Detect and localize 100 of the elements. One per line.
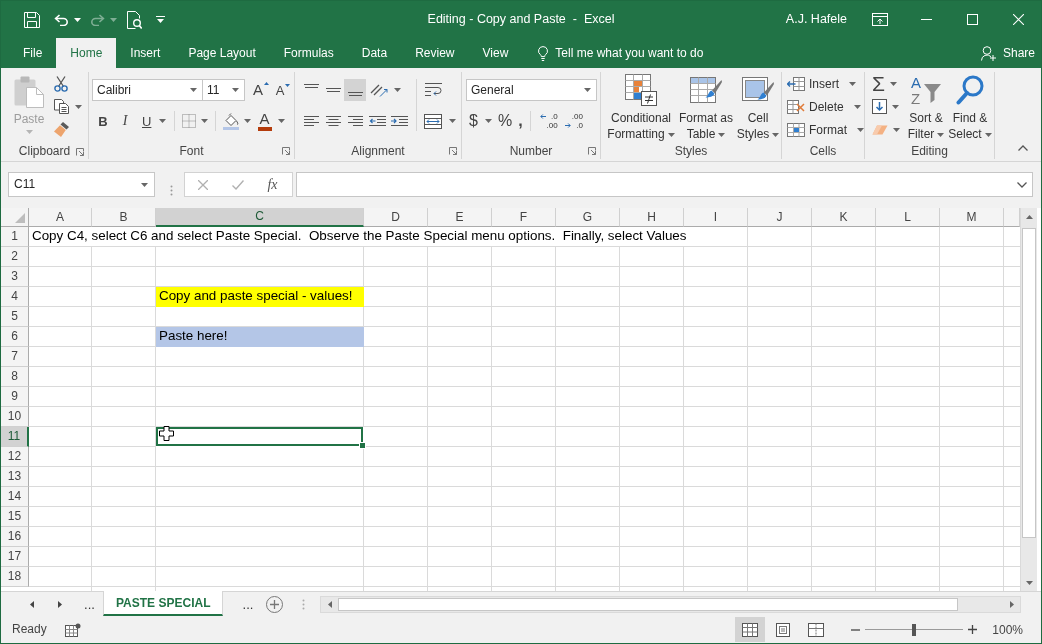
row-header[interactable]: 6 xyxy=(1,327,29,347)
caret-icon[interactable] xyxy=(892,104,899,109)
chevron-up-icon[interactable] xyxy=(1018,145,1028,151)
row-header[interactable]: 15 xyxy=(1,507,29,527)
grow-font-button[interactable]: A xyxy=(250,79,272,101)
row-header[interactable]: 18 xyxy=(1,567,29,587)
column-header[interactable]: D xyxy=(364,208,428,227)
caret-icon[interactable] xyxy=(893,127,900,132)
ribbon-tab[interactable]: File xyxy=(9,38,57,68)
wrap-lines-icon[interactable] xyxy=(424,83,442,97)
currency-button[interactable]: $ xyxy=(466,110,495,132)
down-triangle-icon[interactable] xyxy=(1025,580,1033,585)
row-header[interactable]: 1 xyxy=(1,227,29,247)
row-header[interactable]: 8 xyxy=(1,367,29,387)
shrink-font-button[interactable]: A xyxy=(272,79,294,101)
page-magnifier-icon[interactable] xyxy=(126,10,142,29)
number-format-dropdown[interactable]: General xyxy=(466,79,597,101)
vertical-scrollbar[interactable] xyxy=(1020,208,1037,591)
right-triangle-icon[interactable] xyxy=(58,600,62,608)
decrease-decimal-button[interactable]: .00 .0 xyxy=(562,110,585,132)
corner-arrow-icon[interactable] xyxy=(449,147,457,156)
column-header[interactable]: M xyxy=(940,208,1004,227)
bottom-align-button[interactable] xyxy=(344,79,366,101)
row-header[interactable]: 12 xyxy=(1,447,29,467)
row-header[interactable]: 11 xyxy=(1,427,29,447)
normal-view-button[interactable] xyxy=(735,617,766,642)
formula-input[interactable] xyxy=(296,172,1033,197)
column-header[interactable]: H xyxy=(620,208,684,227)
more-sheets-button[interactable]: ... xyxy=(234,592,262,616)
slanted-lines-icon[interactable] xyxy=(370,83,388,97)
cell-styles-button[interactable]: Cell Styles xyxy=(735,72,781,144)
scrollbar-thumb[interactable] xyxy=(1022,228,1036,538)
increase-decimal-button[interactable]: .0 .00 xyxy=(537,110,560,132)
delete-button[interactable]: Delete xyxy=(787,95,864,118)
row-header[interactable]: 5 xyxy=(1,307,29,327)
vertical-dots-icon[interactable] xyxy=(170,184,173,196)
column-header[interactable]: G xyxy=(556,208,620,227)
column-header[interactable]: I xyxy=(684,208,748,227)
caret-icon[interactable] xyxy=(75,104,82,109)
conditional-formatting-button[interactable]: Conditional Formatting xyxy=(605,72,677,144)
comma-button[interactable]: , xyxy=(515,110,526,132)
caret-icon[interactable] xyxy=(244,119,251,123)
italic-button[interactable]: I xyxy=(114,110,136,132)
align-center-icon[interactable] xyxy=(325,116,341,126)
left-triangle-icon[interactable] xyxy=(327,600,332,608)
up-triangle-icon[interactable] xyxy=(1025,214,1033,219)
underline-button[interactable]: U xyxy=(136,110,170,132)
corner-arrow-icon[interactable] xyxy=(76,147,84,156)
ribbon-tab[interactable]: Formulas xyxy=(269,38,348,68)
font-name-dropdown[interactable]: Calibri xyxy=(92,79,203,101)
line-caret-icon[interactable] xyxy=(155,16,165,23)
plus-circle-icon[interactable] xyxy=(266,595,284,613)
row-header[interactable]: 7 xyxy=(1,347,29,367)
find-select-button[interactable]: Find & Select xyxy=(947,72,993,144)
zoom-in-icon[interactable] xyxy=(968,625,978,634)
insert-button[interactable]: Insert xyxy=(787,72,864,95)
row-header[interactable]: 2 xyxy=(1,247,29,267)
maximize-icon[interactable] xyxy=(966,14,978,25)
sort-filter-button[interactable]: A Z Sort & Filter xyxy=(905,72,947,144)
tell-me-field[interactable]: Tell me what you want to do xyxy=(555,45,726,61)
column-header[interactable]: J xyxy=(748,208,812,227)
left-triangle-icon[interactable] xyxy=(30,600,34,608)
font-size-dropdown[interactable]: 11 xyxy=(202,79,245,101)
name-box[interactable]: C11 xyxy=(8,172,155,197)
slider-thumb[interactable] xyxy=(912,623,917,636)
dotted-grid-icon[interactable] xyxy=(182,114,196,128)
row-header[interactable]: 10 xyxy=(1,407,29,427)
zoom-level[interactable]: 100% xyxy=(992,623,1023,636)
bold-button[interactable]: B xyxy=(92,110,114,132)
align-right-icon[interactable] xyxy=(347,116,363,126)
undo-icon[interactable] xyxy=(54,13,69,26)
ribbon-tab[interactable]: Page Layout xyxy=(174,38,270,68)
indent-icon[interactable] xyxy=(390,116,408,126)
row-header[interactable]: 4 xyxy=(1,287,29,307)
checkmark-icon[interactable] xyxy=(231,179,244,190)
row-header[interactable]: 16 xyxy=(1,527,29,547)
row-header[interactable]: 3 xyxy=(1,267,29,287)
caret-icon[interactable] xyxy=(394,88,401,92)
corner-arrow-icon[interactable] xyxy=(588,147,596,156)
close-icon[interactable] xyxy=(1012,14,1024,25)
row-header[interactable]: 9 xyxy=(1,387,29,407)
row-header[interactable]: 13 xyxy=(1,467,29,487)
horizontal-scrollbar[interactable] xyxy=(320,595,1021,613)
outdent-icon[interactable] xyxy=(368,116,386,126)
column-header[interactable]: E xyxy=(428,208,492,227)
scissors-icon[interactable] xyxy=(54,75,68,92)
caret-icon[interactable] xyxy=(201,119,208,123)
corner-arrow-icon[interactable] xyxy=(282,147,290,156)
sheet-dot-icon[interactable] xyxy=(64,622,81,637)
sheet-tab[interactable]: PASTE SPECIAL xyxy=(103,591,224,616)
ribbon-tab[interactable]: Review xyxy=(401,38,469,68)
down-arrow-box-icon[interactable] xyxy=(872,99,887,114)
fill-handle[interactable] xyxy=(359,442,366,449)
caret-icon[interactable] xyxy=(449,119,456,123)
more-sheets-button[interactable]: ... xyxy=(76,592,103,616)
ribbon-tab[interactable]: Home xyxy=(56,38,117,68)
share-button[interactable]: Share xyxy=(980,38,1035,68)
paintbrush-icon[interactable] xyxy=(54,122,69,137)
align-left-icon[interactable] xyxy=(303,116,319,126)
scrollbar-thumb[interactable] xyxy=(338,597,959,611)
